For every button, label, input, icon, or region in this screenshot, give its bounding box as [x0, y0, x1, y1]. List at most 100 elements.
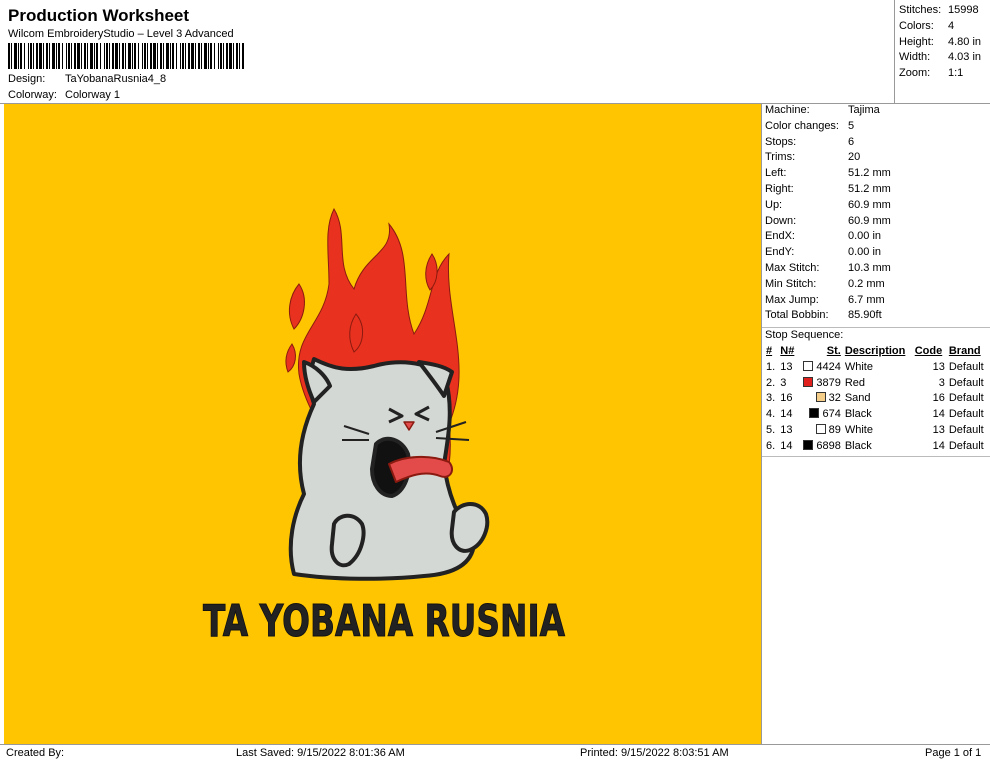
param-value: 6	[848, 135, 855, 148]
colorway-value: Colorway 1	[65, 89, 121, 101]
stitch-count-cell: 89	[798, 422, 843, 438]
thread-brand: Default	[948, 424, 984, 437]
stat-label: Colors:	[899, 19, 934, 32]
machine-param-row: Max Stitch: 10.3 mm	[762, 262, 990, 278]
stitch-count-cell: 4424	[798, 359, 843, 375]
row-num: 6.	[766, 439, 776, 452]
param-value: 20	[848, 151, 861, 164]
param-label: Up:	[765, 198, 783, 211]
machine-param-row: Up: 60.9 mm	[762, 199, 990, 215]
col-needle-header: N#	[780, 345, 795, 358]
color-swatch	[803, 376, 814, 387]
colorway-row: Colorway: Colorway 1	[8, 89, 120, 101]
col-description-header: Description	[844, 345, 906, 358]
param-label: Stops:	[765, 135, 797, 148]
color-code: 14	[932, 439, 945, 452]
worksheet-footer: Created By: Last Saved: 9/15/2022 8:01:3…	[0, 744, 990, 762]
thread-brand: Default	[948, 408, 984, 421]
needle-num: 13	[780, 424, 793, 437]
page-number: Page 1 of 1	[925, 747, 982, 759]
param-value: 0.00 in	[848, 246, 882, 259]
stitch-count: 4424	[816, 360, 841, 373]
stitch-count-cell: 3879	[798, 375, 843, 391]
stat-value: 1:1	[948, 67, 964, 80]
design-stats: Stitches: 15998 Colors: 4 Height: 4.80 in W…	[894, 0, 990, 104]
stitch-count: 89	[828, 424, 841, 437]
machine-param-row: Machine: Tajima	[762, 104, 990, 120]
table-row: 2. 3 3879 Red 3 Default	[764, 375, 989, 391]
machine-param-row: Total Bobbin: 85.90ft	[762, 309, 990, 325]
param-label: EndY:	[765, 246, 795, 259]
machine-param-row: Trims: 20	[762, 151, 990, 167]
needle-num: 16	[780, 392, 793, 405]
color-description: White	[844, 360, 873, 373]
row-num: 3.	[766, 392, 776, 405]
param-label: Min Stitch:	[765, 277, 817, 290]
color-code: 3	[938, 376, 945, 389]
printed-date: Printed: 9/15/2022 8:03:51 AM	[580, 747, 729, 759]
machine-param-row: Down: 60.9 mm	[762, 215, 990, 231]
table-row: 1. 13 4424 White 13 Default	[764, 359, 989, 375]
stat-label: Width:	[899, 51, 931, 64]
stitch-count-cell: 674	[798, 406, 843, 422]
software-name: Wilcom EmbroideryStudio – Level 3 Advanc…	[8, 28, 234, 40]
needle-num: 3	[780, 376, 787, 389]
param-value: 60.9 mm	[848, 198, 891, 211]
stitch-count: 6898	[816, 439, 841, 452]
machine-param-row: Color changes: 5	[762, 120, 990, 136]
design-value: TaYobanaRusnia4_8	[65, 73, 167, 85]
param-label: Color changes:	[765, 119, 839, 132]
row-num: 1.	[766, 360, 776, 373]
machine-info-panel: Machine: Tajima Color changes: 5 Stops: 6 Trim…	[761, 104, 990, 744]
stat-value: 4	[948, 19, 955, 32]
last-saved: Last Saved: 9/15/2022 8:01:36 AM	[236, 747, 405, 759]
param-label: Machine:	[765, 104, 810, 116]
stitch-count: 32	[828, 392, 841, 405]
stitch-count: 3879	[816, 376, 841, 389]
stop-sequence-table: # N# St. Description Code Brand 1. 13 442…	[764, 343, 989, 454]
stat-row: Colors: 4	[899, 20, 990, 36]
param-label: Right:	[765, 182, 794, 195]
color-description: Sand	[844, 392, 871, 405]
embroidery-design: TA YOBANA RUSNIA	[203, 207, 566, 648]
stat-label: Zoom:	[899, 67, 931, 80]
table-row: 5. 13 89 White 13 Default	[764, 422, 989, 438]
param-label: Total Bobbin:	[765, 309, 829, 322]
color-description: Red	[844, 376, 866, 389]
design-name-row: Design: TaYobanaRusnia4_8	[8, 73, 166, 85]
color-code: 14	[932, 408, 945, 421]
thread-brand: Default	[948, 376, 984, 389]
param-label: Max Stitch:	[765, 261, 820, 274]
page-title: Production Worksheet	[8, 6, 190, 25]
barcode	[8, 43, 244, 69]
stat-row: Zoom: 1:1	[899, 67, 990, 83]
color-description: White	[844, 424, 873, 437]
row-num: 2.	[766, 376, 776, 389]
stat-row: Height: 4.80 in	[899, 36, 990, 52]
stitch-count: 674	[822, 408, 841, 421]
param-label: Trims:	[765, 151, 796, 164]
param-value: 60.9 mm	[848, 214, 891, 227]
param-value: 10.3 mm	[848, 261, 891, 274]
param-value: 0.00 in	[848, 230, 882, 243]
machine-param-row: Min Stitch: 0.2 mm	[762, 278, 990, 294]
stat-label: Height:	[899, 35, 934, 48]
needle-num: 14	[780, 439, 793, 452]
color-swatch	[809, 408, 820, 419]
param-value: 5	[848, 119, 855, 132]
param-label: Max Jump:	[765, 293, 819, 306]
stat-value: 4.80 in	[948, 35, 982, 48]
color-code: 13	[932, 360, 945, 373]
param-value: 85.90ft	[848, 309, 882, 322]
stat-label: Stitches:	[899, 4, 942, 16]
param-value: 6.7 mm	[848, 293, 885, 306]
thread-brand: Default	[948, 360, 984, 373]
color-description: Black	[844, 439, 872, 452]
thread-brand: Default	[948, 392, 984, 405]
colorway-label: Colorway:	[8, 89, 57, 101]
col-num-header: #	[766, 345, 773, 358]
color-code: 13	[932, 424, 945, 437]
stat-value: 15998	[948, 4, 979, 16]
param-value: 51.2 mm	[848, 182, 891, 195]
machine-param-row: EndX: 0.00 in	[762, 230, 990, 246]
